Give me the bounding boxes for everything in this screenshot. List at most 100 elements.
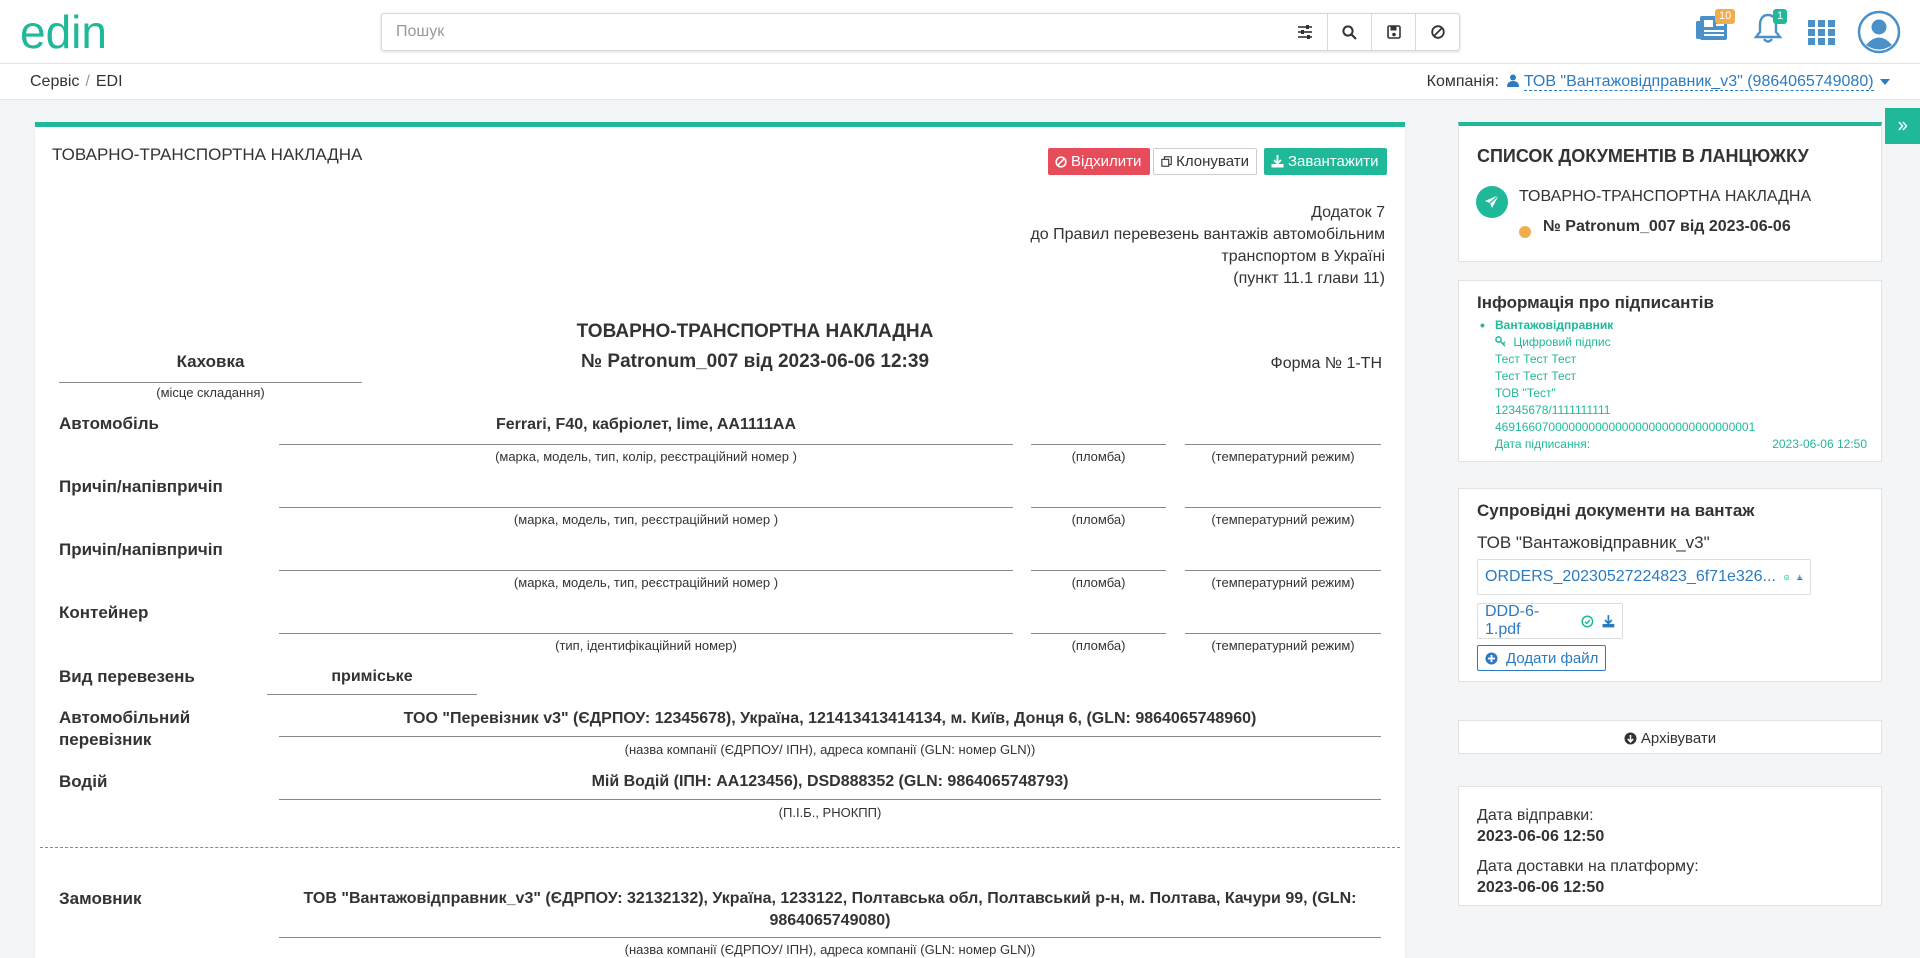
trailer-label: Причіп/напівпричіп — [59, 540, 223, 559]
appendix-line: Додаток 7 — [1311, 204, 1385, 221]
section-divider — [40, 847, 1400, 848]
transport-type-label: Вид перевезень — [59, 667, 195, 686]
seal-underline — [1031, 570, 1166, 571]
file-item: ORDERS_20230527224823_6f71e326... — [1477, 559, 1811, 595]
copy-icon — [1161, 156, 1172, 167]
breadcrumb-bar: Сервіс / EDI Компанія: ТОВ "Вантажовідправ… — [0, 64, 1920, 100]
temp-underline — [1185, 507, 1381, 508]
ban-icon — [1055, 155, 1067, 168]
apps-grid-button[interactable] — [1808, 20, 1836, 51]
download-button[interactable]: Завантажити — [1264, 148, 1387, 175]
customer-underline — [279, 937, 1381, 938]
file-link[interactable]: ORDERS_20230527224823_6f71e326... — [1485, 568, 1776, 586]
download-icon — [1271, 155, 1284, 168]
search-input[interactable] — [382, 14, 1272, 50]
seal-caption: (пломба) — [1071, 638, 1126, 653]
archive-button[interactable]: Архівувати — [1459, 721, 1881, 755]
appendix-line: (пункт 11.1 глави 11) — [1233, 270, 1385, 287]
signer-line: Тест Тест Тест — [1495, 352, 1577, 366]
search-filter-button[interactable] — [1283, 14, 1327, 50]
search-button[interactable] — [1327, 14, 1371, 50]
trailer-underline — [279, 570, 1013, 571]
carrier-caption: (назва компанії (ЄДРПОУ/ ІПН), адреса ко… — [624, 742, 1036, 757]
sent-date-value: 2023-06-06 12:50 — [1477, 828, 1605, 845]
temp-caption: (температурний режим) — [1211, 512, 1355, 527]
container-caption: (тип, ідентифікаційний номер) — [555, 638, 737, 653]
signature-type-row: Цифровий підпис — [1477, 334, 1867, 351]
document-title: ТОВАРНО-ТРАНСПОРТНА НАКЛАДНА № Patronum_… — [495, 317, 1015, 377]
breadcrumb-item-service[interactable]: Сервіс — [30, 73, 79, 90]
appendix-note: Додаток 7 до Правил перевезень вантажів … — [1030, 202, 1385, 290]
signer-line: 12345678/1111111111 — [1495, 403, 1611, 417]
dates-panel: Дата відправки: 2023-06-06 12:50 Дата до… — [1458, 786, 1882, 906]
form-number: Форма № 1-ТН — [1270, 355, 1382, 372]
sign-date-value: 2023-06-06 12:50 — [1772, 437, 1867, 451]
seal-underline — [1031, 633, 1166, 634]
save-search-button[interactable] — [1371, 14, 1415, 50]
sent-date-label: Дата відправки: — [1477, 807, 1594, 824]
signer-role-row: • Вантажовідправник — [1477, 317, 1867, 334]
user-avatar-button[interactable] — [1857, 10, 1901, 59]
download-icon[interactable] — [1797, 571, 1803, 584]
temp-underline — [1185, 444, 1381, 445]
appendix-line: до Правил перевезень вантажів автомобіль… — [1030, 226, 1385, 243]
expand-sidebar-button[interactable] — [1885, 108, 1920, 144]
reject-button[interactable]: Відхилити — [1048, 148, 1150, 175]
status-dot — [1519, 226, 1531, 238]
notifications-button[interactable]: 1 — [1753, 9, 1788, 49]
user-avatar-icon — [1857, 10, 1901, 54]
chain-doc-type[interactable]: ТОВАРНО-ТРАНСПОРТНА НАКЛАДНА — [1519, 188, 1811, 206]
seal-caption: (пломба) — [1071, 512, 1126, 527]
clear-search-button[interactable] — [1415, 14, 1459, 50]
file-link[interactable]: DDD-6-1.pdf — [1485, 603, 1573, 639]
clone-button[interactable]: Клонувати — [1153, 148, 1257, 175]
place-of-issue: Каховка — [59, 352, 362, 383]
logo-text: edin — [20, 10, 107, 54]
sign-date-label: Дата підписання: — [1495, 437, 1591, 451]
signers-panel: Інформація про підписантів • Вантажовідп… — [1458, 280, 1882, 462]
temp-caption: (температурний режим) — [1211, 575, 1355, 590]
add-file-button[interactable]: Додати файл — [1477, 645, 1607, 671]
chain-title: СПИСОК ДОКУМЕНТІВ В ЛАНЦЮЖКУ — [1477, 146, 1809, 166]
temp-underline — [1185, 570, 1381, 571]
carrier-underline — [279, 736, 1381, 737]
double-chevron-right-icon — [1897, 121, 1907, 131]
seal-underline — [1031, 507, 1166, 508]
caret-down-icon — [1880, 79, 1890, 85]
temp-caption: (температурний режим) — [1211, 638, 1355, 653]
driver-value: Мій Водій (ІПН: АА123456), DSD888352 (GL… — [591, 773, 1069, 790]
car-label: Автомобіль — [59, 414, 159, 433]
breadcrumb: Сервіс / EDI — [30, 73, 123, 91]
plus-circle-icon — [1485, 652, 1498, 664]
trailer-caption: (марка, модель, тип, реєстраційний номер… — [513, 575, 779, 590]
edin-logo[interactable]: edin — [20, 10, 160, 54]
accompanying-docs-panel: Супровідні документи на вантаж ТОВ "Вант… — [1458, 488, 1882, 682]
news-button[interactable]: 10 — [1695, 9, 1736, 47]
key-icon — [1495, 336, 1506, 347]
container-label: Контейнер — [59, 603, 149, 622]
breadcrumb-item-edi[interactable]: EDI — [96, 73, 123, 90]
accomp-title: Супровідні документи на вантаж — [1477, 501, 1755, 520]
document-title-text: ТОВАРНО-ТРАНСПОРТНА НАКЛАДНА — [576, 321, 934, 342]
trailer-label: Причіп/напівпричіп — [59, 477, 223, 496]
chain-doc-number[interactable]: № Patronum_007 від 2023-06-06 — [1543, 218, 1791, 236]
driver-underline — [279, 799, 1381, 800]
floppy-disk-icon — [1386, 25, 1401, 39]
container-underline — [279, 633, 1013, 634]
download-icon[interactable] — [1602, 614, 1615, 628]
file-item: DDD-6-1.pdf — [1477, 603, 1623, 639]
carrier-label: Автомобільний перевізник — [59, 708, 191, 749]
transport-type-value: приміське — [331, 668, 413, 685]
driver-label: Водій — [59, 772, 108, 791]
document-card: ТОВАРНО-ТРАНСПОРТНА НАКЛАДНА Відхилити К… — [35, 122, 1405, 958]
seal-caption: (пломба) — [1071, 449, 1126, 464]
company-dropdown[interactable]: ТОВ "Вантажовідправник_v3" (986406574908… — [1523, 73, 1874, 91]
seal-caption: (пломба) — [1071, 575, 1126, 590]
dates-info: Дата відправки: 2023-06-06 12:50 Дата до… — [1477, 805, 1699, 898]
car-caption: (марка, модель, тип, колір, реєстраційни… — [495, 449, 797, 464]
signer-role: Вантажовідправник — [1495, 318, 1614, 332]
delivery-date-value: 2023-06-06 12:50 — [1477, 879, 1605, 896]
trailer-underline — [279, 507, 1013, 508]
customer-value: ТОВ "Вантажовідправник_v3" (ЄДРПОУ: 3213… — [303, 890, 1357, 929]
company-label: Компанія: — [1426, 73, 1499, 90]
